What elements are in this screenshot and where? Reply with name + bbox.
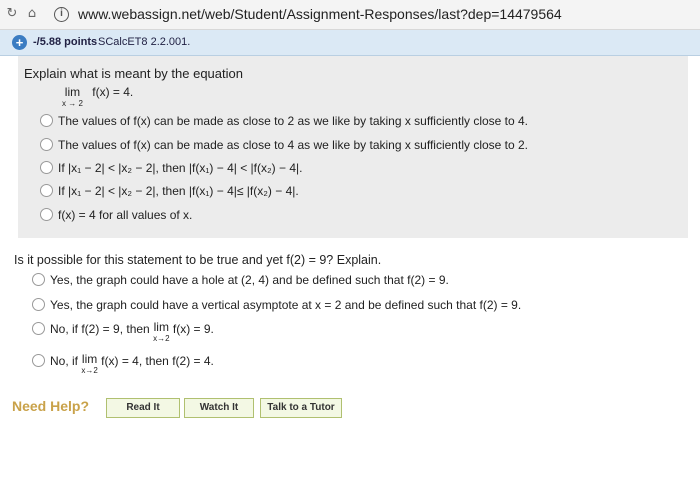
part1-prompt: Explain what is meant by the equation (24, 66, 243, 81)
lim-operator: lim x → 2 (62, 85, 83, 108)
option-label: No, if lim x→2 f(x) = 4, then f(2) = 4. (50, 352, 214, 375)
lim-operator: lim x→2 (153, 320, 170, 343)
home-icon[interactable]: ⌂ (24, 6, 40, 22)
option-label: Yes, the graph could have a vertical asy… (50, 298, 522, 312)
radio-button[interactable] (32, 354, 45, 367)
url-text[interactable]: www.webassign.net/web/Student/Assignment… (78, 6, 562, 22)
read-it-button[interactable]: Read It (106, 398, 180, 418)
radio-button[interactable] (40, 184, 53, 197)
lim-subscript: x→2 (81, 366, 98, 375)
points-label: -/5.88 points (33, 36, 98, 48)
radio-button[interactable] (40, 161, 53, 174)
lim-operator: lim x→2 (81, 352, 98, 375)
option-label: f(x) = 4 for all values of x. (58, 208, 193, 222)
question-content: Explain what is meant by the equation li… (0, 56, 700, 481)
radio-button[interactable] (40, 208, 53, 221)
part2-prompt: Is it possible for this statement to be … (14, 253, 382, 267)
question-reference: SCalcET8 2.2.001. (98, 36, 191, 48)
radio-button[interactable] (32, 298, 45, 311)
part1-panel: Explain what is meant by the equation li… (18, 56, 688, 238)
info-icon[interactable]: i (54, 7, 69, 22)
reload-icon[interactable]: ↻ (4, 6, 20, 22)
radio-button[interactable] (40, 114, 53, 127)
browser-url-bar[interactable]: ↻ ⌂ i www.webassign.net/web/Student/Assi… (0, 0, 700, 30)
lim-subscript: x → 2 (62, 99, 83, 108)
radio-button[interactable] (40, 138, 53, 151)
radio-button[interactable] (32, 322, 45, 335)
option-label: If |x₁ − 2| < |x₂ − 2|, then |f(x₁) − 4|… (58, 184, 299, 198)
option-label: If |x₁ − 2| < |x₂ − 2|, then |f(x₁) − 4|… (58, 161, 303, 175)
watch-it-button[interactable]: Watch It (184, 398, 254, 418)
option-label: The values of f(x) can be made as close … (58, 138, 529, 152)
plus-icon[interactable]: + (12, 35, 27, 50)
option-label: The values of f(x) can be made as close … (58, 114, 529, 128)
limit-equation: lim x → 2 f(x) = 4. (62, 86, 133, 110)
question-header: + -/5.88 points SCalcET8 2.2.001. (0, 30, 700, 56)
equation-expression: f(x) = 4. (92, 85, 134, 99)
need-help-label: Need Help? (12, 398, 90, 414)
talk-to-tutor-button[interactable]: Talk to a Tutor (260, 398, 342, 418)
radio-button[interactable] (32, 273, 45, 286)
option-label: No, if f(2) = 9, then lim x→2 f(x) = 9. (50, 320, 214, 343)
option-label: Yes, the graph could have a hole at (2, … (50, 273, 449, 287)
lim-subscript: x→2 (153, 334, 170, 343)
